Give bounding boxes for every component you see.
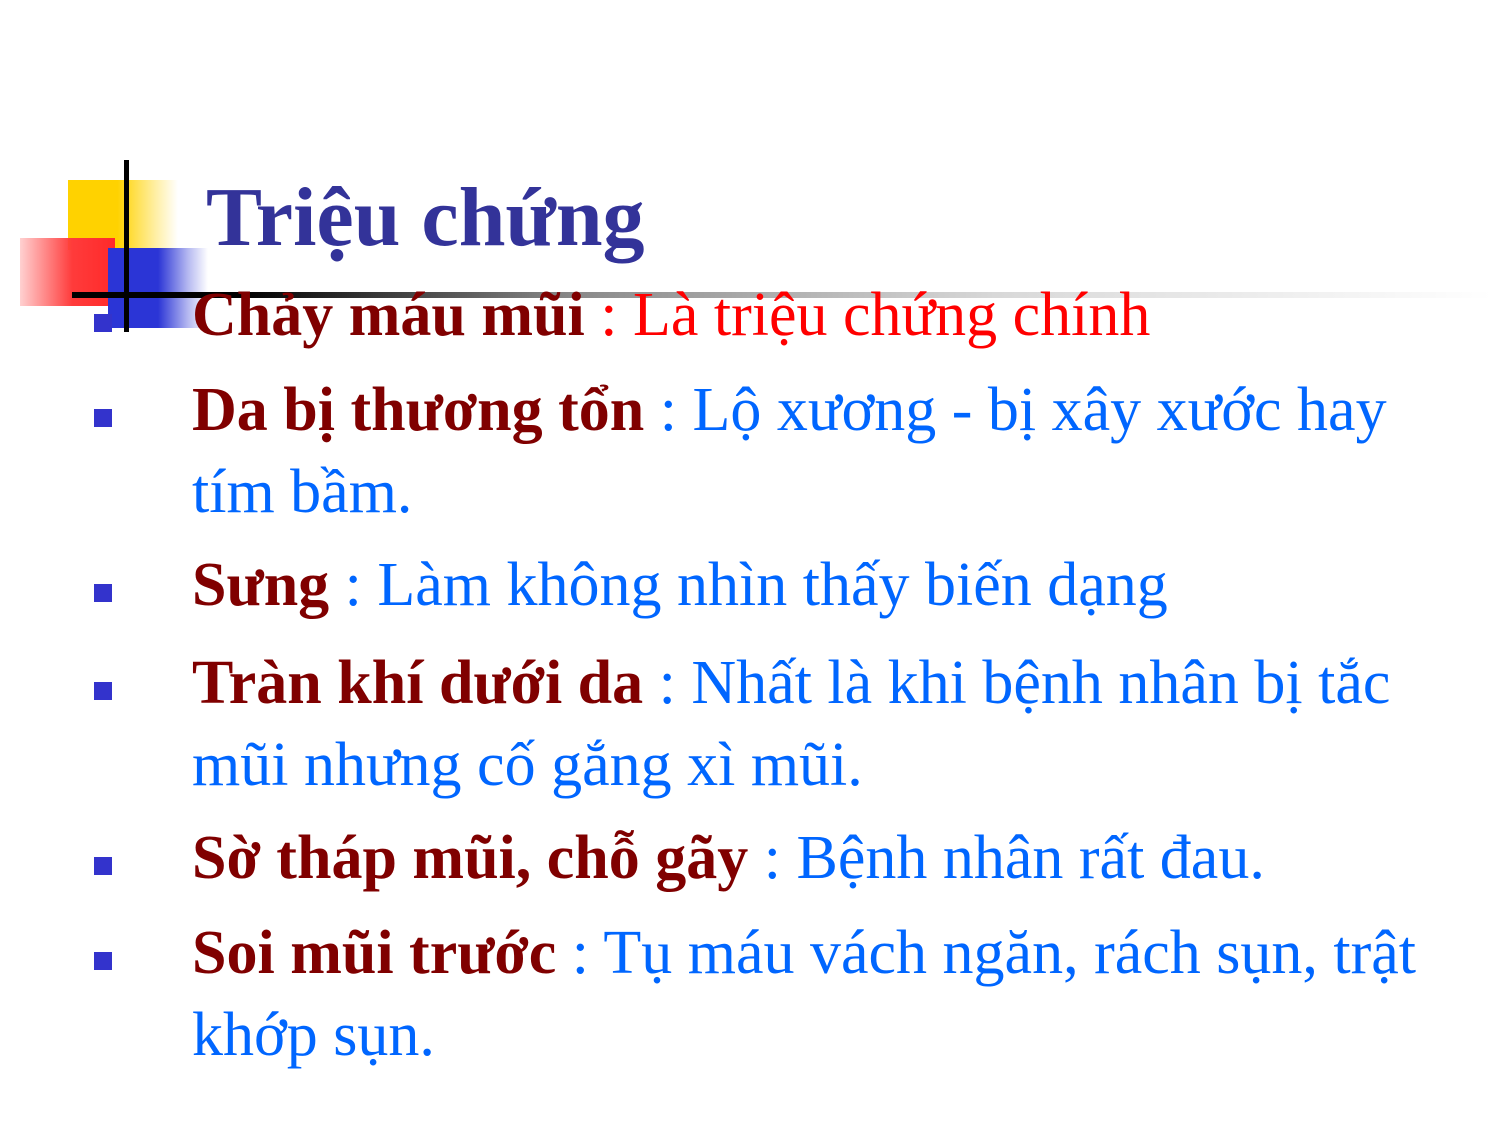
bullet-marker — [94, 409, 112, 427]
item-separator: : — [329, 551, 378, 619]
bullet-marker — [94, 857, 112, 875]
item-description: Bệnh nhân rất đau. — [796, 824, 1265, 892]
item-separator: : — [556, 919, 604, 987]
item-separator: : — [584, 281, 633, 349]
list-item: Soi mũi trước : Tụ máu vách ngăn, rách s… — [192, 912, 1422, 1076]
list-item: Sưng : Làm không nhìn thấy biến dạng — [192, 544, 1422, 626]
item-term: Sưng — [192, 551, 330, 619]
vertical-rule — [124, 160, 129, 332]
list-item: Tràn khí dưới da : Nhất là khi bệnh nhân… — [192, 642, 1422, 806]
bullet-marker — [94, 952, 112, 970]
item-term: Da bị thương tổn — [192, 376, 645, 444]
list-item: Chảy máu mũi : Là triệu chứng chính — [192, 274, 1422, 356]
item-separator: : — [748, 824, 797, 892]
list-item: Da bị thương tổn : Lộ xương - bị xây xướ… — [192, 369, 1422, 533]
bullet-marker — [94, 584, 112, 602]
item-description: Là triệu chứng chính — [632, 281, 1151, 349]
item-term: Sờ tháp mũi, chỗ gãy — [192, 824, 749, 892]
item-description: Làm không nhìn thấy biến dạng — [377, 551, 1168, 619]
item-separator: : — [643, 649, 692, 717]
item-term: Chảy máu mũi — [192, 281, 585, 349]
slide-title: Triệu chứng — [206, 171, 645, 264]
bullet-marker — [94, 682, 112, 700]
list-item: Sờ tháp mũi, chỗ gãy : Bệnh nhân rất đau… — [192, 817, 1422, 899]
bullet-marker — [94, 314, 112, 332]
item-term: Tràn khí dưới da — [192, 649, 644, 717]
item-separator: : — [644, 376, 693, 444]
item-term: Soi mũi trước — [192, 919, 557, 987]
slide: Triệu chứng Chảy máu mũi : Là triệu chứn… — [0, 0, 1500, 1125]
